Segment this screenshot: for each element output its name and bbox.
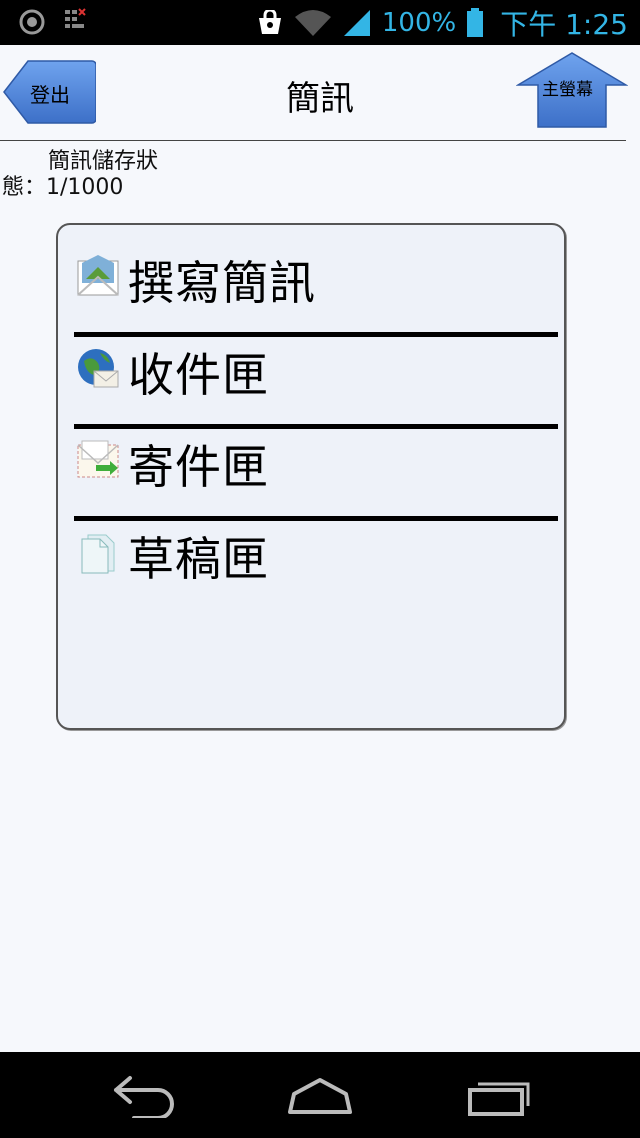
- compose-envelope-icon: [77, 255, 119, 296]
- app-content: 登出 簡訊 主螢幕 簡訊儲存狀 態：1/1000 撰寫簡訊 收件匣 寄件匣 草稿…: [0, 45, 640, 1052]
- draft-document-icon: [81, 534, 115, 574]
- status-bar: 100% 下午 1:25: [0, 0, 640, 45]
- keypad-notification-icon: [65, 8, 86, 28]
- inbox-globe-icon: [78, 349, 119, 388]
- battery-percent: 100%: [381, 7, 457, 38]
- menu-item-label: 草稿匣: [128, 532, 269, 586]
- menu-item-compose[interactable]: 撰寫簡訊: [74, 243, 558, 331]
- system-nav-bar: [0, 1052, 640, 1138]
- storage-label-line2: 態：1/1000: [2, 175, 124, 200]
- home-screen-button[interactable]: 主螢幕: [516, 51, 628, 129]
- recent-apps-icon[interactable]: [462, 1072, 542, 1118]
- home-icon[interactable]: [280, 1072, 360, 1118]
- menu-item-label: 撰寫簡訊: [128, 256, 316, 310]
- home-screen-label: 主螢幕: [542, 80, 593, 100]
- storage-status: 簡訊儲存狀 態：1/1000: [2, 149, 302, 201]
- header-bar: 登出 簡訊 主螢幕: [0, 45, 640, 141]
- signal-icon: [343, 9, 370, 36]
- menu-item-drafts[interactable]: 草稿匣: [74, 519, 558, 607]
- header-divider: [0, 140, 626, 141]
- sent-envelope-icon: [77, 440, 119, 478]
- shopping-bag-icon: [258, 9, 281, 34]
- menu-item-label: 寄件匣: [128, 440, 269, 494]
- menu-item-sent[interactable]: 寄件匣: [74, 427, 558, 515]
- sms-menu-panel: 撰寫簡訊 收件匣 寄件匣 草稿匣: [56, 223, 566, 730]
- compass-icon: [19, 9, 45, 35]
- menu-item-inbox[interactable]: 收件匣: [74, 335, 558, 423]
- storage-label-line1: 簡訊儲存狀: [48, 149, 159, 174]
- status-time: 下午 1:25: [500, 7, 628, 41]
- battery-icon: [467, 7, 484, 37]
- wifi-icon: [294, 9, 331, 36]
- back-icon[interactable]: [104, 1072, 184, 1118]
- menu-item-label: 收件匣: [128, 348, 269, 402]
